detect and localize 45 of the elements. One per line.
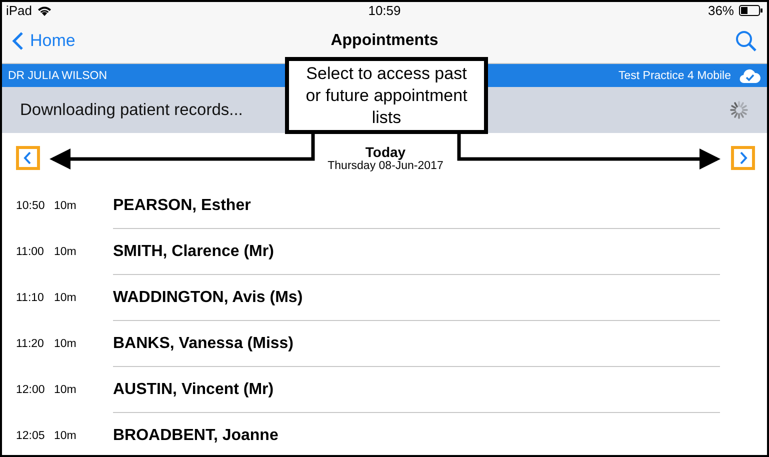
device-name: iPad	[6, 3, 32, 18]
search-icon[interactable]	[735, 30, 757, 52]
patient-name: WADDINGTON, Avis (Ms)	[113, 289, 303, 307]
appointment-row[interactable]: 11:10 10m WADDINGTON, Avis (Ms)	[2, 275, 767, 321]
patient-name: BROADBENT, Joanne	[113, 427, 278, 445]
status-time: 10:59	[368, 3, 401, 18]
battery-icon	[739, 5, 763, 16]
spinner-icon	[729, 100, 749, 120]
clinician-name: DR JULIA WILSON	[8, 70, 108, 82]
practice-name: Test Practice 4 Mobile	[618, 70, 731, 82]
battery-percent: 36%	[708, 3, 734, 18]
appointment-time: 11:20	[15, 338, 45, 350]
appointment-time: 11:10	[15, 292, 45, 304]
appointment-row[interactable]: 10:50 10m PEARSON, Esther	[2, 183, 767, 229]
patient-name: PEARSON, Esther	[113, 197, 251, 215]
next-day-button[interactable]	[731, 146, 755, 170]
chevron-left-icon	[12, 31, 24, 51]
patient-name: AUSTIN, Vincent (Mr)	[113, 381, 274, 399]
appointment-row[interactable]: 11:00 10m SMITH, Clarence (Mr)	[2, 229, 767, 275]
appointment-time: 12:00	[15, 384, 46, 396]
back-button[interactable]: Home	[12, 31, 76, 51]
appointment-row[interactable]: 12:00 10m AUSTIN, Vincent (Mr)	[2, 367, 767, 413]
appointment-duration: 10m	[54, 384, 78, 396]
sync-message: Downloading patient records...	[20, 100, 243, 120]
appointment-duration: 10m	[54, 200, 78, 212]
cloud-check-icon	[739, 68, 761, 84]
appointment-time: 11:00	[15, 246, 45, 258]
chevron-right-icon	[738, 151, 748, 165]
patient-name: BANKS, Vanessa (Miss)	[113, 335, 294, 353]
previous-day-button[interactable]	[16, 146, 40, 170]
appointment-duration: 10m	[54, 430, 78, 442]
appointment-row[interactable]: 11:20 10m BANKS, Vanessa (Miss)	[2, 321, 767, 367]
callout-box: Select to access past or future appointment lists	[285, 57, 488, 134]
patient-name: SMITH, Clarence (Mr)	[113, 243, 274, 261]
appointment-time: 12:05	[15, 430, 46, 442]
appointment-duration: 10m	[54, 292, 78, 304]
date-title: Today	[365, 144, 406, 160]
appointment-row[interactable]: 12:05 10m BROADBENT, Joanne	[2, 413, 767, 455]
date-label: Thursday 08-Jun-2017	[328, 160, 444, 172]
chevron-left-icon	[23, 151, 33, 165]
screen-title: Appointments	[330, 32, 438, 50]
wifi-icon	[37, 5, 52, 16]
appointment-duration: 10m	[54, 246, 78, 258]
appointment-time: 10:50	[15, 200, 46, 212]
appointment-duration: 10m	[54, 338, 78, 350]
